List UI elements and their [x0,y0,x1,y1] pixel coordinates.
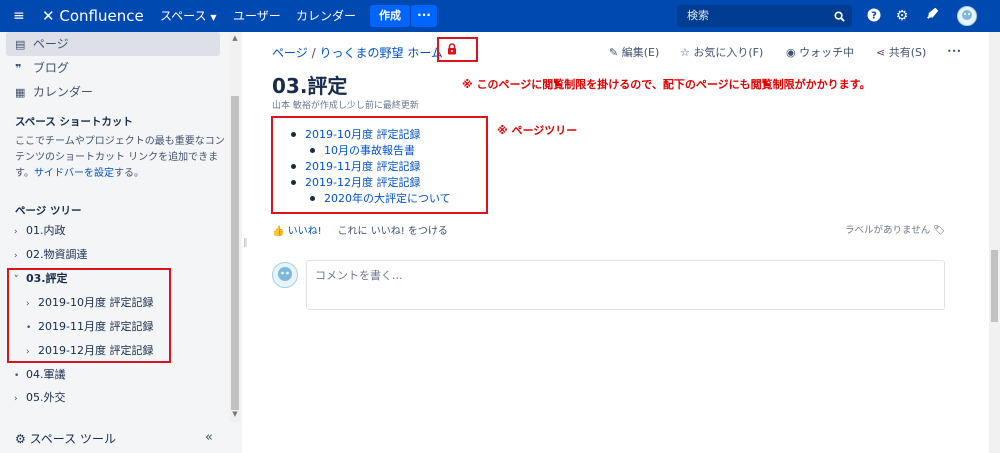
collapse-sidebar-icon[interactable]: « [205,430,213,445]
calendar-icon: ▦ [15,86,26,99]
page-byline[interactable]: 山本 敏裕が作成し少し前に最終更新 [272,98,419,111]
settings-gear-icon[interactable]: ⚙ [894,8,910,24]
page-content [252,32,1000,453]
bullet-icon [291,131,296,137]
content-scrollbar[interactable] [989,32,1000,453]
lock-icon[interactable] [446,43,458,55]
confluence-logo-icon: ✕ [42,7,55,25]
tree-item-05[interactable]: › 05.外交 [14,389,66,407]
nav-spaces[interactable]: スペース ▼ [160,0,217,32]
eye-icon: ◉ [786,46,796,59]
tree-item-04[interactable]: • 04.軍議 [14,366,66,384]
tree-item-02[interactable]: › 02.物資調達 [14,246,88,264]
sidebar-scrollbar-thumb[interactable] [231,96,239,410]
share-icon: ⋖ [876,46,886,59]
tree-item-01[interactable]: › 01.内政 [14,222,66,240]
child-page-link[interactable]: 10月の事故報告書 [310,143,415,159]
annotation-box-tree [7,268,171,363]
like-button[interactable]: 👍 いいね! [272,226,322,237]
more-actions-icon[interactable]: ••• [947,47,961,56]
search-input[interactable]: 検索 [677,5,852,27]
comment-input[interactable]: コメントを書く... [306,260,945,310]
pencil-icon: ✎ [609,46,619,59]
page-icon: ▤ [15,38,26,51]
child-page-link[interactable]: 2019-11月度 評定記録 [291,159,420,175]
search-placeholder: 検索 [687,9,709,22]
page-tree-heading: ページ ツリー [15,205,82,217]
app-name: Confluence [59,7,144,25]
favorite-button[interactable]: ☆ お気に入り(F) [680,44,763,60]
page-title: 03.評定 [272,74,348,98]
notifications-icon[interactable] [923,7,939,24]
comment-user-avatar [272,262,298,288]
create-button[interactable]: 作成 [370,5,410,27]
watch-button[interactable]: ◉ ウォッチ中 [786,44,854,60]
edit-button[interactable]: ✎ 編集(E) [609,44,659,60]
star-icon: ☆ [680,46,690,59]
shortcut-description: ここでチームやプロジェクトの最も重要なコンテンツのショートカット リンクを追加で… [15,136,225,179]
chevron-right-icon: › [14,394,18,404]
confluence-logo[interactable]: ✕ Confluence [42,0,144,32]
content-scrollbar-thumb[interactable] [991,250,998,322]
app-switcher-icon[interactable]: ≡ [13,0,25,32]
bullet-icon [310,195,315,201]
sidebar-resize-handle-icon[interactable]: ‖ [243,238,248,248]
labels-area[interactable]: ラベルがありません 🏷 [845,222,945,236]
child-page-link[interactable]: 2020年の大評定について [310,191,451,207]
create-more-button[interactable]: ··· [411,5,437,27]
gear-icon: ⚙ [15,432,26,446]
annotation-restriction-note: ※ このページに閲覧制限を掛けるので、配下のページにも閲覧制限がかかります。 [462,78,871,91]
shortcut-heading: スペース ショートカット [15,116,133,128]
search-icon [834,5,845,27]
blog-icon: ❞ [15,62,22,75]
breadcrumb: ページ / りっくまの野望 ホーム [272,46,443,60]
bullet-icon: • [14,371,20,381]
bullet-icon [310,147,315,153]
nav-users[interactable]: ユーザー [233,0,281,32]
annotation-tree-note: ※ ページツリー [497,124,578,137]
space-tools-button[interactable]: ⚙ スペース ツール [15,430,116,447]
child-page-link[interactable]: 2019-10月度 評定記録 [291,127,420,143]
sidebar-item-blog[interactable]: ❞ ブログ [15,58,69,78]
configure-sidebar-link[interactable]: サイドバーを設定 [34,168,114,179]
breadcrumb-pages[interactable]: ページ [272,46,308,60]
tag-icon: 🏷 [933,225,946,236]
sidebar-item-pages[interactable]: ▤ ページ [15,34,69,54]
sidebar-item-calendar[interactable]: ▦ カレンダー [15,82,93,102]
like-row: 👍 いいね! これに いいね! をつける [272,222,448,237]
chevron-right-icon: › [14,227,18,237]
chevron-right-icon: › [14,251,18,261]
chevron-down-icon: ▼ [210,13,217,22]
child-page-link[interactable]: 2019-12月度 評定記録 [291,175,420,191]
like-prompt: これに いいね! をつける [337,226,448,237]
nav-calendar[interactable]: カレンダー [296,0,356,32]
user-avatar[interactable] [957,6,977,26]
top-navigation-bar: ≡ ✕ Confluence スペース ▼ ユーザー カレンダー 作成 ··· … [0,0,1000,32]
breadcrumb-space-home[interactable]: りっくまの野望 ホーム [319,46,442,60]
share-button[interactable]: ⋖ 共有(S) [876,44,926,60]
scroll-up-arrow-icon[interactable]: ▲ [229,34,241,42]
bullet-icon [291,163,296,169]
svg-text:?: ? [871,11,877,22]
bullet-icon [291,179,296,185]
help-icon[interactable]: ? [866,8,882,24]
thumbs-up-icon: 👍 [272,226,285,237]
scroll-down-arrow-icon[interactable]: ▼ [229,410,241,418]
